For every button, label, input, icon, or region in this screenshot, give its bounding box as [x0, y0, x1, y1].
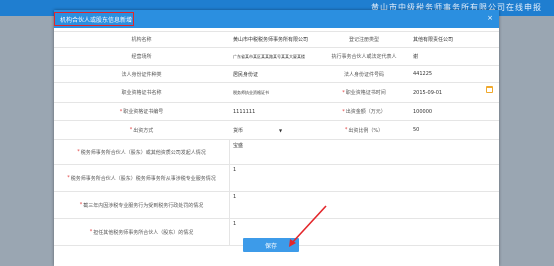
- red-arrow-annotation: [289, 205, 327, 247]
- dialog: 机构合伙人或股东信息新增 × 机构名称 黄山市中税税务师事务所有限公司 登记注册…: [54, 10, 499, 266]
